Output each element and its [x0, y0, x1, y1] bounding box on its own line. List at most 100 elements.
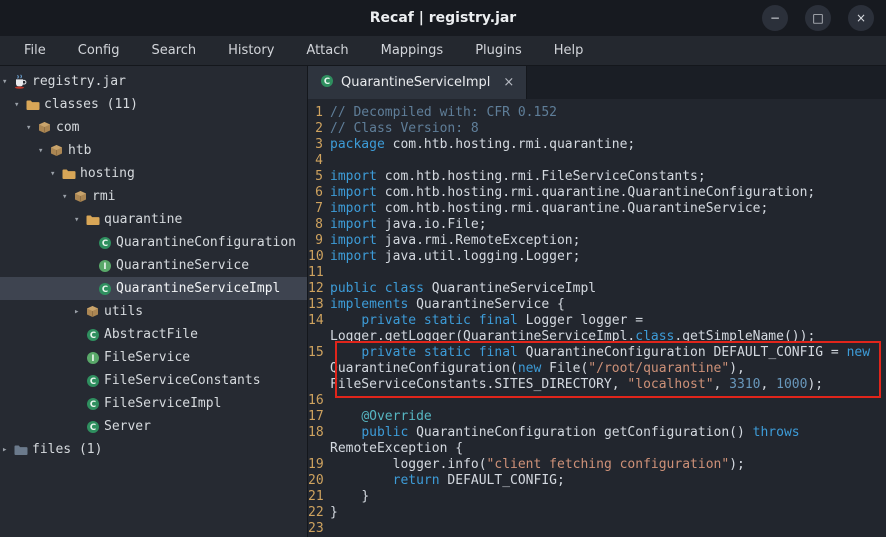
chevron-down-icon[interactable]: ▾ [74, 215, 85, 225]
window-controls: − □ × [762, 5, 874, 31]
svg-text:C: C [89, 331, 95, 341]
code-text: logger.info("client fetching configurati… [330, 457, 886, 473]
line-number: 10 [308, 249, 330, 265]
chevron-down-icon[interactable]: ▾ [38, 146, 49, 156]
chevron-down-icon[interactable]: ▾ [26, 123, 37, 133]
tree-item-files-1[interactable]: ▸files (1) [0, 438, 307, 461]
tree-item-server[interactable]: C Server [0, 415, 307, 438]
code-line: 2// Class Version: 8 [308, 121, 886, 137]
code-line: 1// Decompiled with: CFR 0.152 [308, 105, 886, 121]
tree-item-label: hosting [80, 166, 135, 181]
file-tree: ▾registry.jar▾classes (11)▾com▾htb▾hosti… [0, 70, 307, 461]
class-icon: C [97, 282, 112, 296]
main-split: ▾registry.jar▾classes (11)▾com▾htb▾hosti… [0, 66, 886, 537]
tree-item-classes-11[interactable]: ▾ classes (11) [0, 93, 307, 116]
code-text: } [330, 489, 886, 505]
chevron-down-icon[interactable]: ▾ [62, 192, 73, 202]
chevron-down-icon[interactable]: ▾ [2, 77, 13, 87]
svg-text:C: C [89, 400, 95, 410]
editor-panel: C QuarantineServiceImpl × 1// Decompiled… [308, 66, 886, 537]
minimize-button[interactable]: − [762, 5, 788, 31]
menu-item-history[interactable]: History [212, 36, 290, 65]
code-editor[interactable]: 1// Decompiled with: CFR 0.1522// Class … [308, 99, 886, 537]
code-line: 18 public QuarantineConfiguration getCon… [308, 425, 886, 457]
line-number: 14 [308, 313, 330, 329]
tree-item-label: com [56, 120, 79, 135]
tab-bar: C QuarantineServiceImpl × [308, 66, 886, 99]
folder-icon [85, 214, 100, 226]
code-lines: 1// Decompiled with: CFR 0.1522// Class … [308, 105, 886, 537]
code-text: } [330, 505, 886, 521]
code-text: import java.util.logging.Logger; [330, 249, 886, 265]
folder-files-icon [13, 444, 28, 456]
tree-item-quarantine[interactable]: ▾quarantine [0, 208, 307, 231]
line-number: 4 [308, 153, 330, 169]
menu-item-mappings[interactable]: Mappings [365, 36, 460, 65]
package-icon [85, 305, 100, 318]
class-icon: C [85, 420, 100, 434]
maximize-button[interactable]: □ [805, 5, 831, 31]
chevron-right-icon[interactable]: ▸ [2, 445, 13, 455]
tab-close-icon[interactable]: × [503, 75, 514, 90]
code-text: private static final QuarantineConfigura… [330, 345, 886, 393]
code-text: private static final Logger logger = Log… [330, 313, 886, 345]
title-bar: Recaf | registry.jar − □ × [0, 0, 886, 36]
line-number: 6 [308, 185, 330, 201]
tree-item-abstractfile[interactable]: CAbstractFile [0, 323, 307, 346]
line-number: 5 [308, 169, 330, 185]
code-text [330, 521, 886, 537]
tree-item-quarantineserviceimpl[interactable]: CQuarantineServiceImpl [0, 277, 307, 300]
menu-item-attach[interactable]: Attach [290, 36, 364, 65]
menu-item-search[interactable]: Search [135, 36, 212, 65]
tree-item-quarantineconfiguration[interactable]: CQuarantineConfiguration [0, 231, 307, 254]
tree-item-label: Server [104, 419, 151, 434]
app-window: Recaf | registry.jar − □ × FileConfigSea… [0, 0, 886, 537]
menu-item-plugins[interactable]: Plugins [459, 36, 538, 65]
code-text: // Class Version: 8 [330, 121, 886, 137]
code-line: 19 logger.info("client fetching configur… [308, 457, 886, 473]
menu-item-file[interactable]: File [8, 36, 62, 65]
code-line: 15 private static final QuarantineConfig… [308, 345, 886, 393]
chevron-down-icon[interactable]: ▾ [50, 169, 61, 179]
folder-icon [25, 99, 40, 111]
tree-item-label: FileServiceImpl [104, 396, 221, 411]
code-line: 10import java.util.logging.Logger; [308, 249, 886, 265]
tree-item-htb[interactable]: ▾htb [0, 139, 307, 162]
tree-item-label: FileServiceConstants [104, 373, 261, 388]
code-line: 16 [308, 393, 886, 409]
code-line: 9import java.rmi.RemoteException; [308, 233, 886, 249]
line-number: 8 [308, 217, 330, 233]
tree-item-label: utils [104, 304, 143, 319]
code-line: 3package com.htb.hosting.rmi.quarantine; [308, 137, 886, 153]
tree-item-label: classes (11) [44, 97, 138, 112]
svg-text:C: C [101, 239, 107, 249]
close-button[interactable]: × [848, 5, 874, 31]
tree-item-hosting[interactable]: ▾ hosting [0, 162, 307, 185]
tree-item-com[interactable]: ▾ com [0, 116, 307, 139]
line-number: 9 [308, 233, 330, 249]
tree-item-rmi[interactable]: ▾rmi [0, 185, 307, 208]
line-number: 21 [308, 489, 330, 505]
tree-item-label: QuarantineService [116, 258, 249, 273]
tree-item-utils[interactable]: ▸ utils [0, 300, 307, 323]
tree-item-fileserviceimpl[interactable]: C FileServiceImpl [0, 392, 307, 415]
tree-item-fileservice[interactable]: IFileService [0, 346, 307, 369]
tree-item-quarantineservice[interactable]: IQuarantineService [0, 254, 307, 277]
svg-text:C: C [101, 285, 107, 295]
code-line: 20 return DEFAULT_CONFIG; [308, 473, 886, 489]
code-line: 13implements QuarantineService { [308, 297, 886, 313]
menu-item-config[interactable]: Config [62, 36, 136, 65]
line-number: 16 [308, 393, 330, 409]
tree-item-fileserviceconstants[interactable]: CFileServiceConstants [0, 369, 307, 392]
code-line: 5import com.htb.hosting.rmi.FileServiceC… [308, 169, 886, 185]
tree-item-registry-jar[interactable]: ▾registry.jar [0, 70, 307, 93]
menu-item-help[interactable]: Help [538, 36, 600, 65]
code-line: 21 } [308, 489, 886, 505]
class-icon: C [85, 328, 100, 342]
line-number: 12 [308, 281, 330, 297]
chevron-right-icon[interactable]: ▸ [74, 307, 85, 317]
class-icon: C [85, 397, 100, 411]
chevron-down-icon[interactable]: ▾ [14, 100, 25, 110]
code-text: import com.htb.hosting.rmi.quarantine.Qu… [330, 201, 886, 217]
tab-quarantineserviceimpl[interactable]: C QuarantineServiceImpl × [308, 66, 527, 99]
